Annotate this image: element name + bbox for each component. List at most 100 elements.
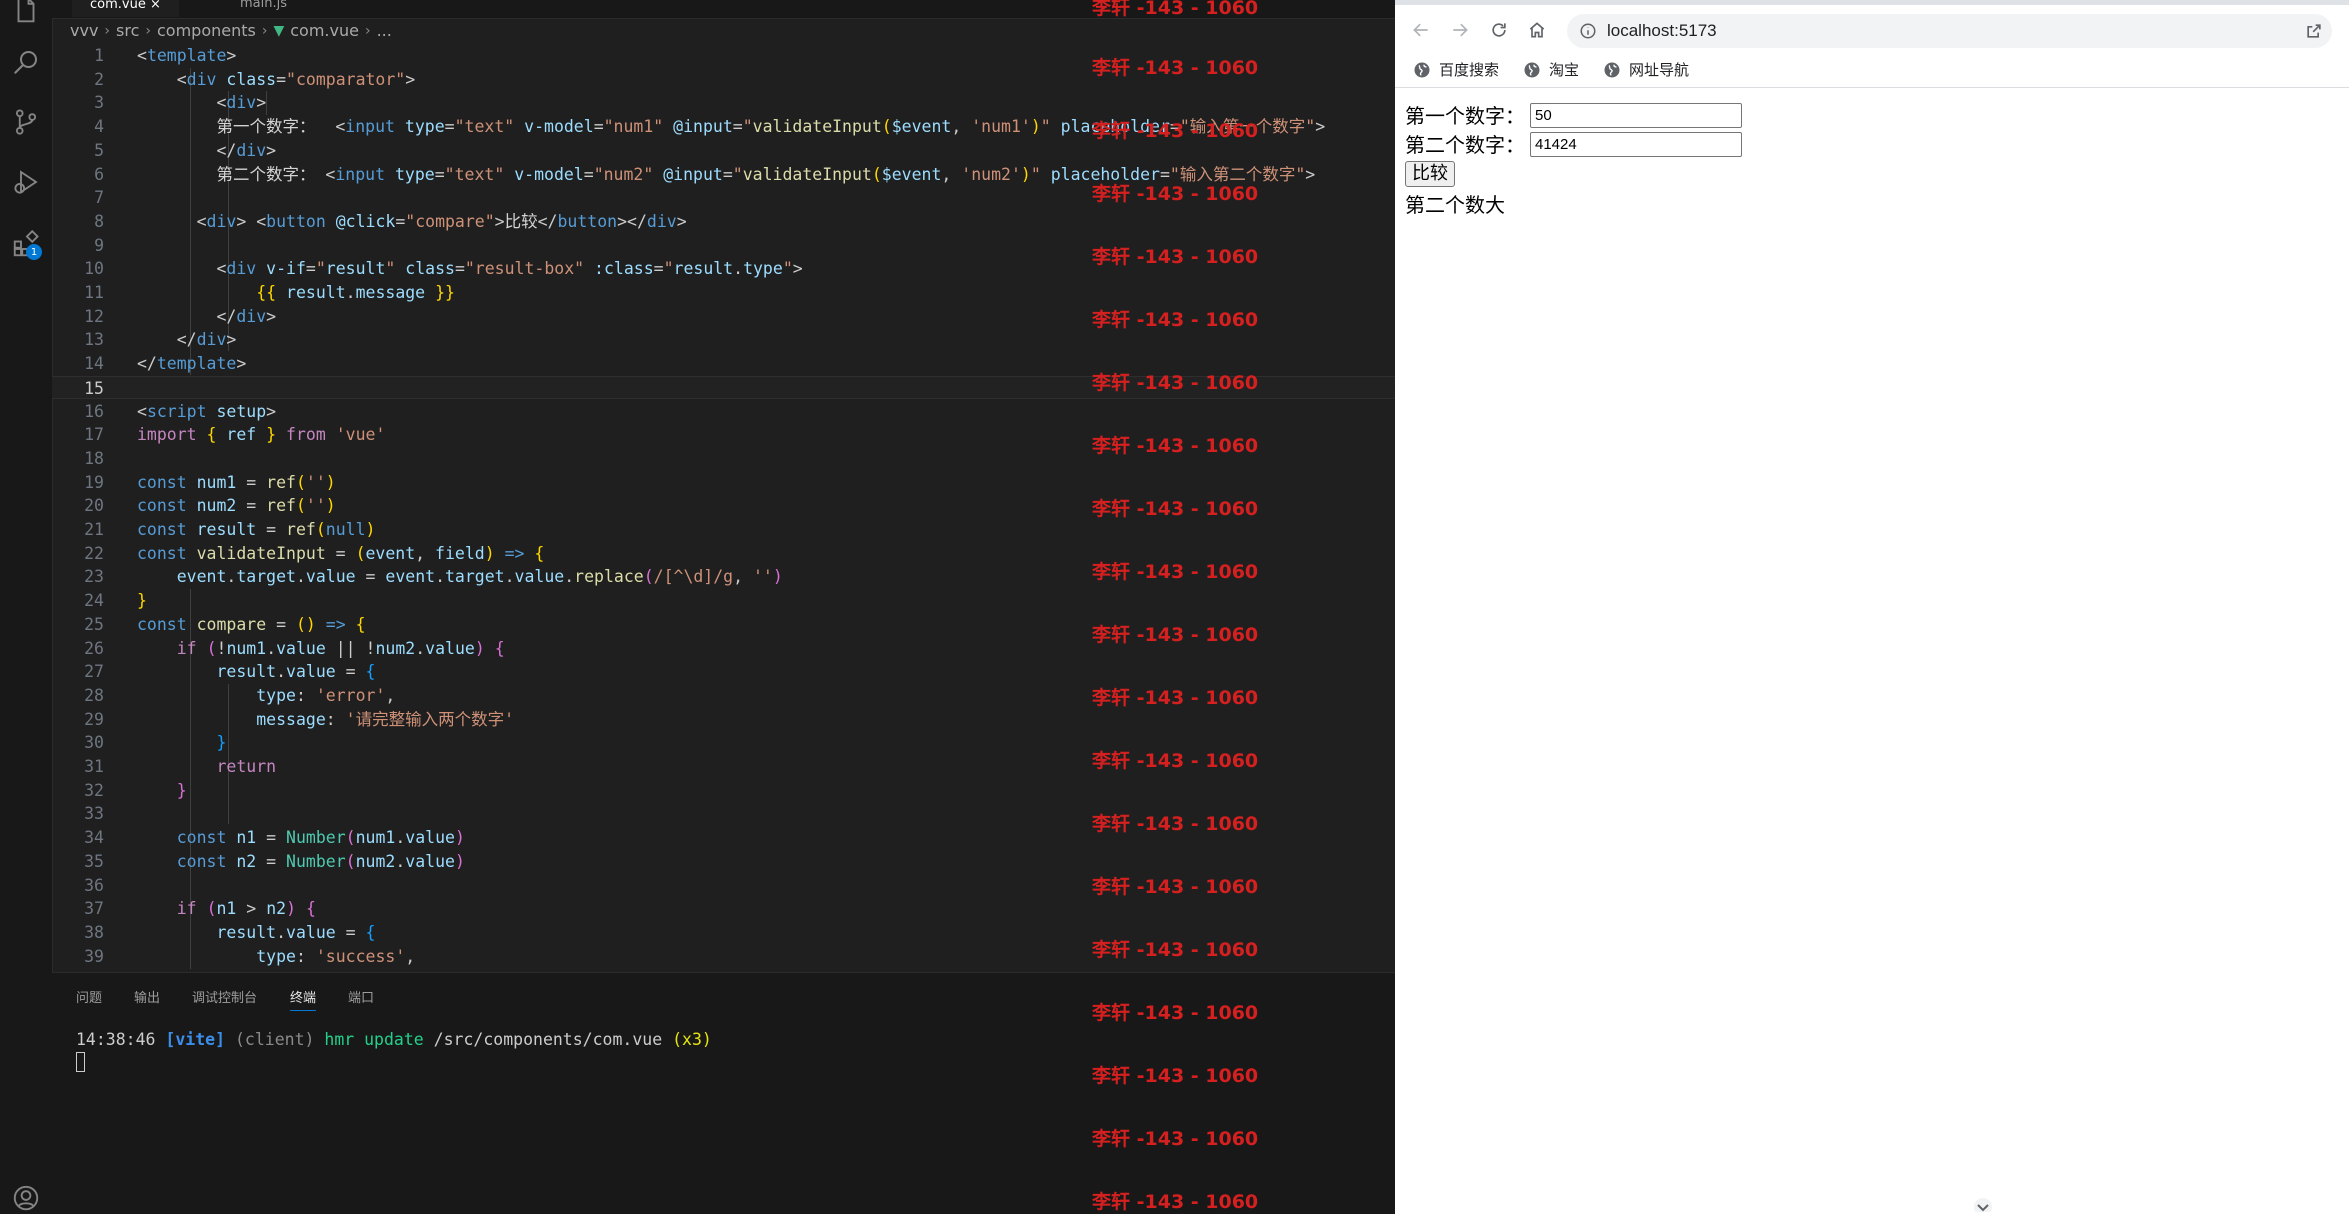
- terminal-output-line: 14:38:46 [vite] (client) hmr update /src…: [76, 1030, 712, 1049]
- code-line: 4 第一个数字： <input type="text" v-model="num…: [52, 115, 1395, 139]
- code-line: 13 </div>: [52, 328, 1395, 352]
- code-line: 9: [52, 234, 1395, 258]
- line-number: 12: [84, 306, 104, 326]
- code-line: 26 if (!num1.value || !num2.value) {: [52, 637, 1395, 661]
- search-icon[interactable]: [8, 44, 44, 80]
- line-number: 16: [84, 401, 104, 421]
- code-line: 36: [52, 874, 1395, 898]
- code-line: 17 import { ref } from 'vue': [52, 423, 1395, 447]
- explorer-icon[interactable]: [8, 0, 44, 28]
- chevron-right-icon: ›: [261, 23, 268, 39]
- line-number: 17: [84, 425, 104, 445]
- code-line: 12 </div>: [52, 305, 1395, 329]
- share-icon[interactable]: [2304, 21, 2324, 41]
- home-icon[interactable]: [1524, 17, 1550, 43]
- code-line: 31 return: [52, 755, 1395, 779]
- code-line: 8 <div> <button @click="compare">比较</but…: [52, 210, 1395, 234]
- panel-tab-debug-console[interactable]: 调试控制台: [192, 987, 257, 1006]
- code-line: 3 <div>: [52, 91, 1395, 115]
- code-line: 18: [52, 447, 1395, 471]
- chevron-down-icon[interactable]: [1972, 1196, 1994, 1212]
- address-bar[interactable]: localhost:5173: [1567, 14, 2332, 48]
- result-message: 第二个数大: [1405, 193, 1505, 217]
- bookmark-nav[interactable]: 网址导航: [1603, 59, 1689, 80]
- panel-tab-terminal[interactable]: 终端: [290, 987, 317, 1011]
- code-editor[interactable]: 1 <template> 2 <div class="comparator"> 3…: [52, 44, 1395, 972]
- code-line: 10 <div v-if="result" class="result-box"…: [52, 257, 1395, 281]
- panel-tab-output[interactable]: 输出: [134, 987, 160, 1006]
- compare-row: 比较: [1405, 161, 1505, 189]
- browser-toolbar: localhost:5173: [1395, 5, 2349, 51]
- second-number-label: 第二个数字：: [1405, 133, 1525, 157]
- globe-icon: [1524, 62, 1540, 77]
- breadcrumb-item[interactable]: components: [157, 20, 256, 42]
- activity-bar: 1: [0, 0, 53, 1214]
- forward-arrow-icon[interactable]: [1447, 17, 1473, 43]
- line-number: 23: [84, 567, 104, 587]
- site-info-icon[interactable]: [1579, 22, 1597, 40]
- terminal-cursor[interactable]: [76, 1052, 85, 1072]
- code-line: 39 type: 'success',: [52, 945, 1395, 969]
- first-number-input[interactable]: [1530, 103, 1742, 128]
- code-line: 21 const result = ref(null): [52, 518, 1395, 542]
- line-number: 6: [94, 164, 104, 184]
- code-line: 11 {{ result.message }}: [52, 281, 1395, 305]
- code-line: 28 type: 'error',: [52, 684, 1395, 708]
- code-line: 25 const compare = () => {: [52, 613, 1395, 637]
- code-line: 37 if (n1 > n2) {: [52, 897, 1395, 921]
- extensions-icon[interactable]: 1: [8, 226, 44, 262]
- bookmark-baidu[interactable]: 百度搜索: [1413, 59, 1499, 80]
- reload-icon[interactable]: [1486, 17, 1512, 43]
- panel-tab-problems[interactable]: 问题: [76, 987, 102, 1006]
- code-line: 6 第二个数字： <input type="text" v-model="num…: [52, 163, 1395, 187]
- line-number: 28: [84, 685, 104, 705]
- bookmark-label: 淘宝: [1549, 61, 1580, 79]
- source-control-icon[interactable]: [8, 104, 44, 140]
- line-number: 27: [84, 662, 104, 682]
- chevron-right-icon: ›: [364, 23, 371, 39]
- line-number: 38: [84, 922, 104, 942]
- line-number: 37: [84, 899, 104, 919]
- bookmark-taobao[interactable]: 淘宝: [1523, 59, 1579, 80]
- line-number: 31: [84, 757, 104, 776]
- line-number: 13: [84, 330, 104, 350]
- code-line: 20 const num2 = ref(''): [52, 494, 1395, 518]
- tab-label: main.js: [240, 0, 287, 11]
- code-line: 5 </div>: [52, 139, 1395, 163]
- globe-icon: [1414, 62, 1430, 77]
- code-line: 35 const n2 = Number(num2.value): [52, 850, 1395, 874]
- line-number: 3: [94, 93, 104, 113]
- compare-button[interactable]: 比较: [1405, 161, 1455, 187]
- breadcrumb-item[interactable]: ...: [377, 20, 392, 42]
- line-number: 22: [84, 543, 104, 563]
- panel-tab-ports[interactable]: 端口: [348, 987, 374, 1006]
- code-line: 7: [52, 186, 1395, 210]
- account-icon[interactable]: [8, 1180, 44, 1214]
- terminal-time: 14:38:46: [76, 1030, 156, 1049]
- second-number-input[interactable]: [1530, 132, 1742, 157]
- breadcrumb: vvv › src › components › ▼ com.vue › ...: [70, 20, 392, 42]
- code-line: 1 <template>: [52, 44, 1395, 68]
- back-arrow-icon[interactable]: [1408, 17, 1434, 43]
- breadcrumb-item[interactable]: vvv: [70, 20, 98, 42]
- code-line: 33: [52, 802, 1395, 826]
- chevron-right-icon: ›: [104, 23, 111, 39]
- line-number: 14: [84, 354, 104, 374]
- run-debug-icon[interactable]: [8, 164, 44, 200]
- line-number: 24: [84, 591, 104, 611]
- line-number: 15: [84, 378, 104, 398]
- code-line: 19 const num1 = ref(''): [52, 471, 1395, 495]
- breadcrumb-item[interactable]: src: [116, 20, 139, 42]
- breadcrumb-item[interactable]: com.vue: [290, 20, 359, 42]
- bottom-panel: 问题 输出 调试控制台 终端 端口 14:38:46 [vite] (clien…: [52, 972, 1395, 1214]
- line-number: 25: [84, 614, 104, 634]
- code-line: 22 const validateInput = (event, field) =…: [52, 542, 1395, 566]
- line-number: 20: [84, 496, 104, 516]
- tab-main-js[interactable]: main.js: [222, 0, 305, 16]
- line-number: 1: [94, 46, 104, 65]
- line-number: 39: [84, 946, 104, 966]
- terminal-action: hmr update: [324, 1030, 424, 1049]
- line-number: 26: [84, 638, 104, 658]
- line-number: 11: [84, 283, 104, 302]
- tab-com-vue[interactable]: com.vue ×: [72, 0, 179, 17]
